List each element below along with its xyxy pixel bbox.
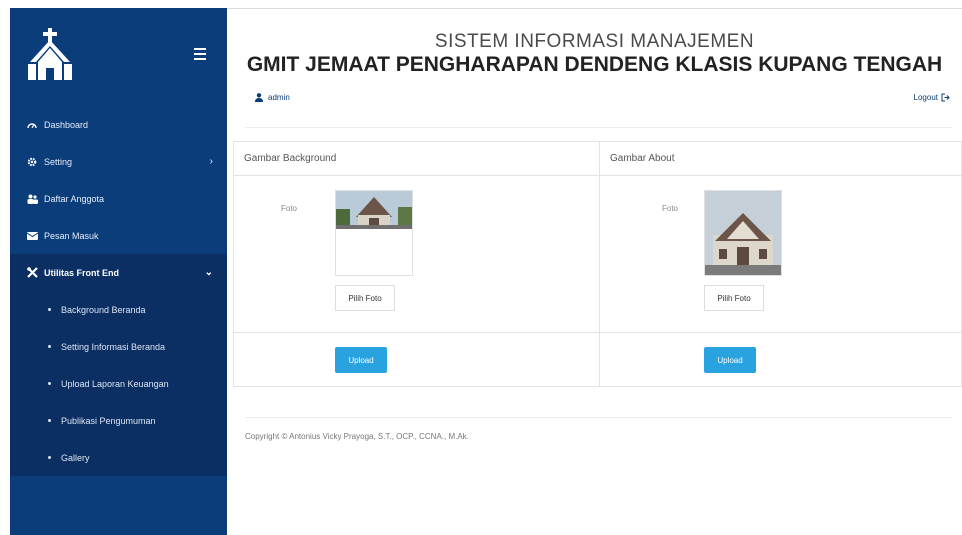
submenu-utilitas: Background Beranda Setting Informasi Ber… xyxy=(10,291,227,476)
submenu-item-label: Setting Informasi Beranda xyxy=(61,341,166,352)
about-image-preview xyxy=(704,190,782,276)
church-logo-icon xyxy=(28,28,72,80)
divider xyxy=(234,332,599,333)
pilih-foto-button[interactable]: Pilih Foto xyxy=(335,285,395,311)
bullet-icon xyxy=(48,308,51,311)
sidebar-item-label: Dashboard xyxy=(44,119,89,130)
bullet-icon xyxy=(48,382,51,385)
church-photo-icon xyxy=(336,191,412,229)
pilih-foto-button[interactable]: Pilih Foto xyxy=(704,285,764,311)
divider xyxy=(600,332,961,333)
envelope-icon xyxy=(26,230,38,242)
username: admin xyxy=(268,93,290,102)
users-icon xyxy=(26,193,38,205)
chevron-right-icon: › xyxy=(209,156,213,167)
panel-title: Gambar Background xyxy=(234,142,599,176)
bullet-icon xyxy=(48,419,51,422)
user-icon xyxy=(255,93,263,102)
sidebar-item-label: Pesan Masuk xyxy=(44,230,99,241)
foto-label: Foto xyxy=(662,204,679,213)
sidebar-item-dashboard[interactable]: Dashboard xyxy=(10,106,227,143)
submenu-item-setting-informasi-beranda[interactable]: Setting Informasi Beranda xyxy=(10,328,227,365)
background-image-preview xyxy=(335,190,413,276)
panel-gambar-about: Gambar About Foto Pilih Foto Upload xyxy=(600,141,962,387)
panel-gambar-background: Gambar Background Foto Pilih Foto Upload xyxy=(233,141,600,387)
submenu-item-label: Background Beranda xyxy=(61,304,146,315)
main-content: SISTEM INFORMASI MANAJEMEN GMIT JEMAAT P… xyxy=(227,8,962,535)
sidebar-item-label: Daftar Anggota xyxy=(44,193,105,204)
church-photo-icon xyxy=(705,191,781,275)
page-title-line1: SISTEM INFORMASI MANAJEMEN xyxy=(434,31,755,52)
submenu-item-label: Publikasi Pengumuman xyxy=(61,415,156,426)
sidebar-item-setting[interactable]: Setting › xyxy=(10,143,227,180)
sidebar-item-utilitas-front-end[interactable]: Utilitas Front End ⌄ xyxy=(10,254,227,291)
divider xyxy=(245,417,952,418)
sidebar-item-daftar-anggota[interactable]: Daftar Anggota xyxy=(10,180,227,217)
bullet-icon xyxy=(48,345,51,348)
app-frame: Dashboard Setting › Daftar Anggota Pesan… xyxy=(10,8,962,535)
sidebar-item-label: Utilitas Front End xyxy=(44,267,119,278)
submenu-item-label: Upload Laporan Keuangan xyxy=(61,378,169,389)
sign-out-icon xyxy=(941,93,950,102)
footer-copyright: Copyright © Antonius Vicky Prayoga, S.T.… xyxy=(245,432,469,441)
dashboard-icon xyxy=(26,119,38,131)
tools-icon xyxy=(26,267,38,279)
sidebar: Dashboard Setting › Daftar Anggota Pesan… xyxy=(10,8,227,535)
sidebar-item-pesan-masuk[interactable]: Pesan Masuk xyxy=(10,217,227,254)
sidebar-item-label: Setting xyxy=(44,156,73,167)
gear-icon xyxy=(26,156,38,168)
submenu-item-publikasi-pengumuman[interactable]: Publikasi Pengumuman xyxy=(10,402,227,439)
divider xyxy=(245,127,952,128)
upload-button[interactable]: Upload xyxy=(704,347,756,373)
user-link[interactable]: admin xyxy=(255,93,290,102)
submenu-item-gallery[interactable]: Gallery xyxy=(10,439,227,476)
bullet-icon xyxy=(48,456,51,459)
hamburger-menu-icon[interactable] xyxy=(194,48,206,63)
logout-link[interactable]: Logout xyxy=(914,93,950,102)
chevron-down-icon: ⌄ xyxy=(204,267,213,278)
submenu-item-label: Gallery xyxy=(61,452,90,463)
panel-title: Gambar About xyxy=(600,142,961,176)
logout-label: Logout xyxy=(913,93,938,102)
sidebar-menu: Dashboard Setting › Daftar Anggota Pesan… xyxy=(10,106,227,476)
page-title-line2: GMIT JEMAAT PENGHARAPAN DENDENG KLASIS K… xyxy=(246,53,943,76)
submenu-item-background-beranda[interactable]: Background Beranda xyxy=(10,291,227,328)
upload-button[interactable]: Upload xyxy=(335,347,387,373)
submenu-item-upload-laporan-keuangan[interactable]: Upload Laporan Keuangan xyxy=(10,365,227,402)
foto-label: Foto xyxy=(281,204,298,213)
